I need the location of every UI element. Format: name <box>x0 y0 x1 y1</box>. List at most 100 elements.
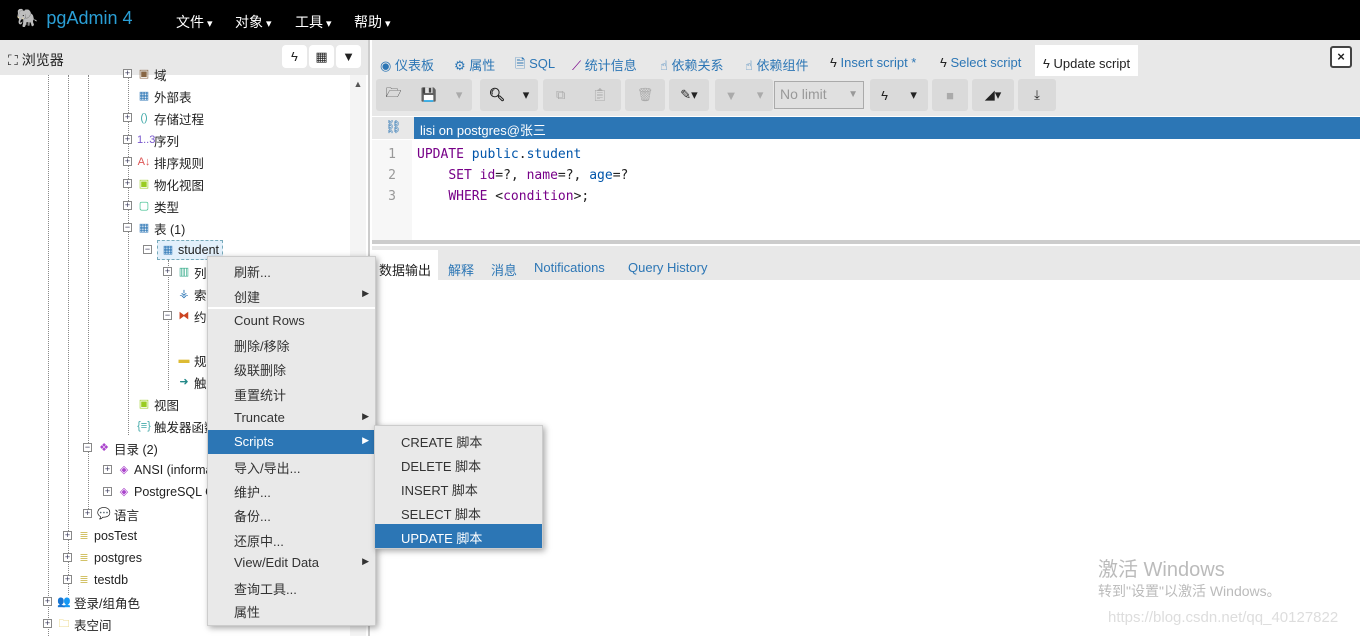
tree-node-mat-views[interactable]: ▣ 物化视图 <box>137 174 204 194</box>
tab-insert-script[interactable]: ϟ Insert script * <box>830 55 916 70</box>
delete-icon[interactable]: 🗑︎ <box>637 87 654 103</box>
expand-icon[interactable]: + <box>103 487 112 496</box>
execute-bolt-icon[interactable]: ϟ <box>881 88 888 103</box>
node-label: 表 (1) <box>154 222 186 237</box>
tab-update-script[interactable]: ϟ Update script <box>1035 45 1139 80</box>
splitter[interactable] <box>372 240 1360 244</box>
brand[interactable]: 🐘 pgAdmin 4 <box>16 8 132 29</box>
context-menu-item[interactable]: 删除/移除 <box>208 332 375 356</box>
tree-node-languages[interactable]: 💬 语言 <box>97 504 139 524</box>
context-menu-item[interactable]: Count Rows <box>208 309 375 333</box>
expand-icon[interactable]: + <box>63 575 72 584</box>
collapse-icon[interactable]: − <box>83 443 92 452</box>
context-menu-item[interactable]: 刷新... <box>208 258 375 282</box>
tree-node-postgres[interactable]: ≣ postgres <box>77 548 142 568</box>
tab-data-output[interactable]: 数据输出 <box>379 260 431 279</box>
tab-properties[interactable]: ⚙ 属性 <box>454 55 495 74</box>
menu-object[interactable]: 对象 <box>235 12 272 32</box>
tree-node-columns[interactable]: ▥ 列 <box>177 262 207 282</box>
collapse-icon[interactable]: − <box>163 311 172 320</box>
tree-node-collations[interactable]: A↓ 排序规则 <box>137 152 204 172</box>
submenu-item[interactable]: DELETE 脚本 <box>375 452 542 476</box>
context-menu-item[interactable]: 级联删除 <box>208 356 375 380</box>
search-icon[interactable]: 🔍︎ <box>489 87 506 103</box>
tab-notifications[interactable]: Notifications <box>534 260 605 275</box>
tab-sql[interactable]: 🗎 SQL <box>515 55 555 77</box>
row-limit-select[interactable]: No limit ▼ <box>774 81 864 109</box>
open-file-icon[interactable]: 🗁 <box>386 84 402 106</box>
context-menu-item[interactable]: 重置统计 <box>208 381 375 405</box>
context-menu-item[interactable]: 查询工具... <box>208 575 375 599</box>
context-menu-item[interactable]: 导入/导出... <box>208 454 375 478</box>
expand-icon[interactable]: + <box>163 267 172 276</box>
expand-icon[interactable]: + <box>123 157 132 166</box>
context-menu-item[interactable]: Scripts ▶ <box>208 430 375 454</box>
expand-icon[interactable]: + <box>123 201 132 210</box>
tree-node-postest[interactable]: ≣ posTest <box>77 526 137 546</box>
elephant-logo-icon: 🐘 <box>16 8 39 28</box>
expand-icon[interactable]: + <box>123 179 132 188</box>
connection-label[interactable]: lisi on postgres@张三 <box>414 117 1360 139</box>
context-menu-item[interactable]: Truncate ▶ <box>208 406 375 430</box>
tab-statistics[interactable]: ⟋ 统计信息 <box>572 55 637 74</box>
tab-dependencies[interactable]: ☝ 依赖关系 <box>660 55 724 74</box>
tree-node-views[interactable]: ▣ 视图 <box>137 394 179 414</box>
submenu-item[interactable]: CREATE 脚本 <box>375 428 542 452</box>
collapse-icon[interactable]: − <box>123 223 132 232</box>
tree-node-testdb[interactable]: ≣ testdb <box>77 570 128 590</box>
tab-select-script[interactable]: ϟ Select script <box>940 55 1021 70</box>
submenu-item[interactable]: UPDATE 脚本 <box>375 524 542 548</box>
download-icon[interactable]: ⤓ <box>1034 87 1040 103</box>
tree-node-tablespaces[interactable]: 🗀 表空间 <box>57 614 112 634</box>
activation-watermark-text: 转到"设置"以激活 Windows。 <box>1098 583 1281 599</box>
context-menu-item[interactable]: 创建 ▶ <box>208 283 375 307</box>
submenu-item[interactable]: INSERT 脚本 <box>375 476 542 500</box>
expand-icon[interactable]: + <box>123 135 132 144</box>
tree-node-trigger-functions[interactable]: {≡} 触发器函数 <box>137 416 216 436</box>
link-icon[interactable]: ⛓ <box>385 119 402 135</box>
tree-node-sequences[interactable]: 1..3 序列 <box>137 130 179 150</box>
tree-node-types[interactable]: ▢ 类型 <box>137 196 179 216</box>
expand-icon[interactable]: + <box>63 531 72 540</box>
context-menu-item[interactable]: 属性 <box>208 598 375 622</box>
submenu-arrow-icon: ▶ <box>362 435 369 445</box>
chevron-down-icon[interactable]: ▾ <box>523 87 530 103</box>
context-menu-item[interactable]: View/Edit Data ▶ <box>208 551 375 575</box>
expand-icon[interactable]: + <box>123 69 132 78</box>
menu-tools[interactable]: 工具 <box>295 12 332 32</box>
context-menu-item[interactable]: 备份... <box>208 502 375 526</box>
copy-icon[interactable]: ⧉ <box>556 87 565 103</box>
tree-node-procedures[interactable]: () 存储过程 <box>137 108 204 128</box>
collapse-icon[interactable]: − <box>143 245 152 254</box>
menu-file[interactable]: 文件 <box>176 12 213 32</box>
tree-node-login-roles[interactable]: 👥 登录/组角色 <box>57 592 140 612</box>
tree-node-tables[interactable]: ▦ 表 (1) <box>137 218 185 238</box>
stop-icon[interactable]: ■ <box>946 88 954 103</box>
tab-messages[interactable]: 消息 <box>491 260 517 279</box>
menu-help[interactable]: 帮助 <box>354 12 391 32</box>
expand-icon[interactable]: + <box>43 597 52 606</box>
context-menu-item[interactable]: 维护... <box>208 478 375 502</box>
expand-icon[interactable]: + <box>123 113 132 122</box>
edit-icon[interactable]: ✎▾ <box>680 87 697 103</box>
tree-node-catalogs[interactable]: ❖ 目录 (2) <box>97 438 158 458</box>
tree-node-domains[interactable]: ▣ 域 <box>137 64 167 84</box>
close-tab-button[interactable]: × <box>1330 46 1352 68</box>
tab-dashboard[interactable]: ◉ 仪表板 <box>380 55 434 74</box>
context-menu-item[interactable]: 还原中... <box>208 527 375 551</box>
tab-dependents[interactable]: ☝ 依赖组件 <box>745 55 809 74</box>
filter-icon[interactable]: ▼ <box>725 88 738 103</box>
node-icon: ▣ <box>138 68 150 80</box>
tab-explain[interactable]: 解释 <box>448 260 474 279</box>
expand-icon[interactable]: + <box>83 509 92 518</box>
sql-editor[interactable]: 1 2 3 UPDATE public.student SET id=?, na… <box>372 140 1360 240</box>
submenu-item[interactable]: SELECT 脚本 <box>375 500 542 524</box>
tab-query-history[interactable]: Query History <box>628 260 707 275</box>
eraser-icon[interactable]: ◢▾ <box>985 87 1002 103</box>
expand-icon[interactable]: + <box>103 465 112 474</box>
tree-node-foreign-tables[interactable]: ▦ 外部表 <box>137 86 192 106</box>
save-icon[interactable]: 💾 <box>421 87 437 103</box>
paste-icon[interactable]: 📋︎ <box>591 87 608 103</box>
expand-icon[interactable]: + <box>63 553 72 562</box>
expand-icon[interactable]: + <box>43 619 52 628</box>
